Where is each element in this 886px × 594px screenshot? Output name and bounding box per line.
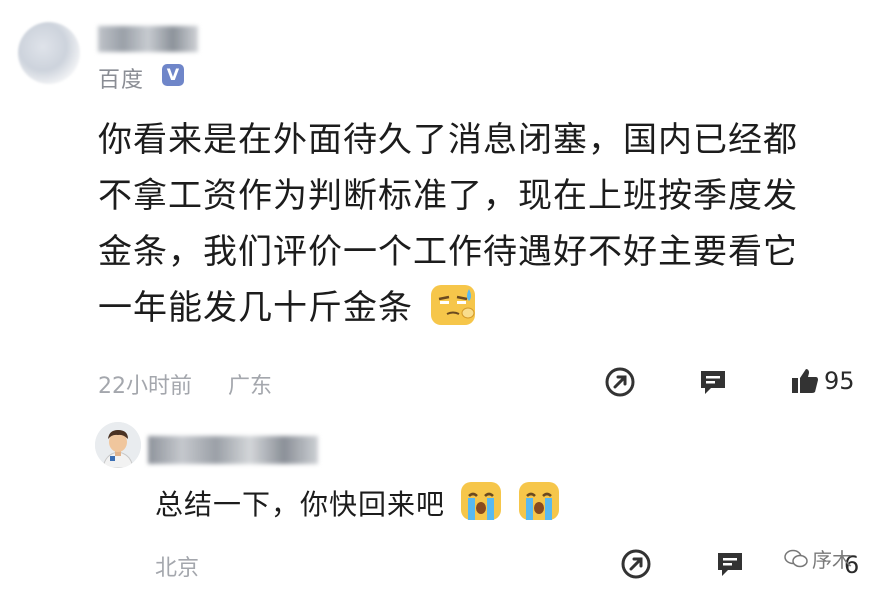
like-button[interactable]: 95 xyxy=(790,366,855,396)
comment-bubble-icon xyxy=(718,553,742,576)
share-icon xyxy=(605,367,635,397)
comment-time: 22小时前 xyxy=(98,374,192,399)
sweat-face-emoji-icon xyxy=(429,283,477,327)
commenter-source: 百度 xyxy=(98,68,145,93)
comment-location: 广东 xyxy=(228,374,273,399)
share-icon xyxy=(621,549,651,579)
replier-name-blurred[interactable] xyxy=(148,436,318,464)
commenter-name-blurred[interactable] xyxy=(98,26,198,52)
reply-comment-button[interactable] xyxy=(714,548,746,584)
crying-face-emoji-icon xyxy=(459,480,503,522)
thumbs-up-icon xyxy=(792,369,818,393)
comment-text: 你看来是在外面待久了消息闭塞，国内已经都 不拿工资作为判断标准了，现在上班按季度… xyxy=(98,112,858,336)
comment-line: 你看来是在外面待久了消息闭塞，国内已经都 xyxy=(98,120,798,160)
comment-line: 一年能发几十斤金条 xyxy=(98,280,858,336)
reply-location: 北京 xyxy=(155,556,200,581)
replier-avatar[interactable] xyxy=(95,422,141,468)
watermark: 序木 xyxy=(784,544,852,573)
verified-badge-icon: V xyxy=(162,64,184,86)
reply-button[interactable] xyxy=(697,366,729,402)
reply-text-row: 总结一下，你快回来吧 xyxy=(155,480,561,525)
watermark-text: 序木 xyxy=(812,548,852,572)
share-button[interactable] xyxy=(604,366,636,402)
reply-text: 总结一下，你快回来吧 xyxy=(155,488,446,521)
comment-line-text: 一年能发几十斤金条 xyxy=(98,288,413,328)
comment-line: 金条，我们评价一个工作待遇好不好主要看它 xyxy=(98,232,798,272)
crying-face-emoji-icon xyxy=(517,480,561,522)
comment-bubble-icon xyxy=(701,371,725,394)
like-count: 95 xyxy=(824,367,855,395)
reply-share-button[interactable] xyxy=(620,548,652,584)
commenter-avatar[interactable] xyxy=(18,22,80,84)
wechat-icon xyxy=(784,549,808,567)
comment-line: 不拿工资作为判断标准了，现在上班按季度发 xyxy=(98,176,798,216)
